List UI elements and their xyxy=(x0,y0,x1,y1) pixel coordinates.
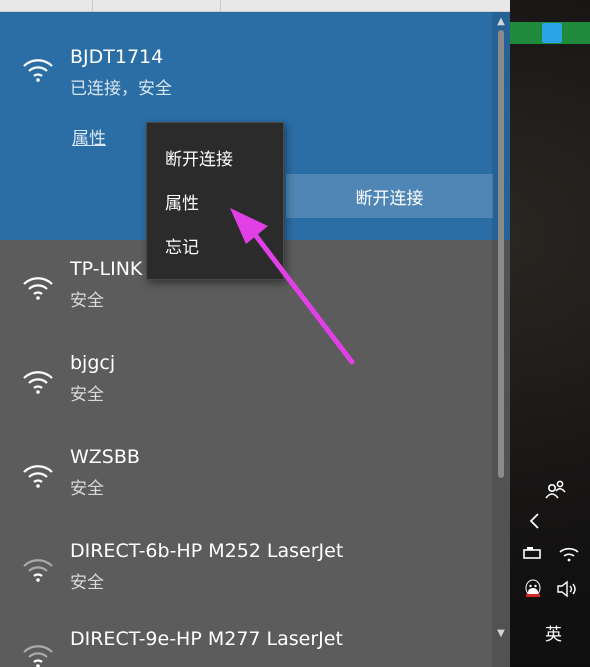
wifi-icon xyxy=(23,465,53,488)
top-strip-divider xyxy=(220,0,221,12)
network-status: 安全 xyxy=(70,385,104,405)
app-icon[interactable] xyxy=(542,23,562,43)
tray-app-badge xyxy=(510,22,590,44)
qq-icon[interactable] xyxy=(522,578,544,602)
network-item[interactable]: bjgcj 安全 xyxy=(0,338,490,418)
network-ssid: DIRECT-9e-HP M277 LaserJet xyxy=(70,628,343,650)
scroll-down-icon[interactable]: ▼ xyxy=(492,626,510,642)
network-item[interactable]: DIRECT-9e-HP M277 LaserJet xyxy=(0,620,490,667)
window-top-strip xyxy=(0,0,510,12)
people-icon[interactable] xyxy=(543,478,569,500)
menu-item-forget[interactable]: 忘记 xyxy=(165,233,199,258)
network-ssid: bjgcj xyxy=(70,352,116,374)
volume-icon[interactable] xyxy=(556,580,580,598)
wifi-icon xyxy=(23,371,53,394)
wifi-icon xyxy=(23,59,53,82)
network-item[interactable]: WZSBB 安全 xyxy=(0,432,490,512)
network-status: 安全 xyxy=(70,479,104,499)
network-ssid: TP-LINK xyxy=(70,258,143,280)
network-status: 安全 xyxy=(70,573,104,593)
network-ssid: DIRECT-6b-HP M252 LaserJet xyxy=(70,540,344,562)
menu-item-disconnect[interactable]: 断开连接 xyxy=(165,145,233,170)
connected-ssid: BJDT1714 xyxy=(70,46,164,68)
scroll-thumb[interactable] xyxy=(498,30,504,478)
chevron-left-icon[interactable] xyxy=(528,512,542,530)
wifi-icon xyxy=(23,645,53,667)
network-adapter-icon[interactable] xyxy=(522,546,544,562)
disconnect-button[interactable]: 断开连接 xyxy=(286,174,493,218)
network-status: 安全 xyxy=(70,291,104,311)
network-ssid: WZSBB xyxy=(70,446,140,468)
scrollbar[interactable]: ▲ ▼ xyxy=(492,12,510,667)
wifi-icon xyxy=(23,277,53,300)
scroll-up-icon[interactable]: ▲ xyxy=(492,14,510,30)
wifi-tray-icon[interactable] xyxy=(558,544,580,562)
wifi-flyout-panel: BJDT1714 已连接，安全 属性 断开连接 TP-LINK 安全 bjgcj… xyxy=(0,12,510,667)
ime-indicator[interactable]: 英 xyxy=(545,620,562,645)
context-menu: 断开连接 属性 忘记 xyxy=(146,122,284,280)
network-item[interactable]: DIRECT-6b-HP M252 LaserJet 安全 xyxy=(0,526,490,606)
top-strip-divider xyxy=(92,0,93,12)
system-tray: 英 xyxy=(510,0,590,667)
wifi-icon xyxy=(23,559,53,582)
menu-item-properties[interactable]: 属性 xyxy=(165,189,199,214)
connected-status: 已连接，安全 xyxy=(70,79,172,99)
properties-link[interactable]: 属性 xyxy=(72,124,106,149)
